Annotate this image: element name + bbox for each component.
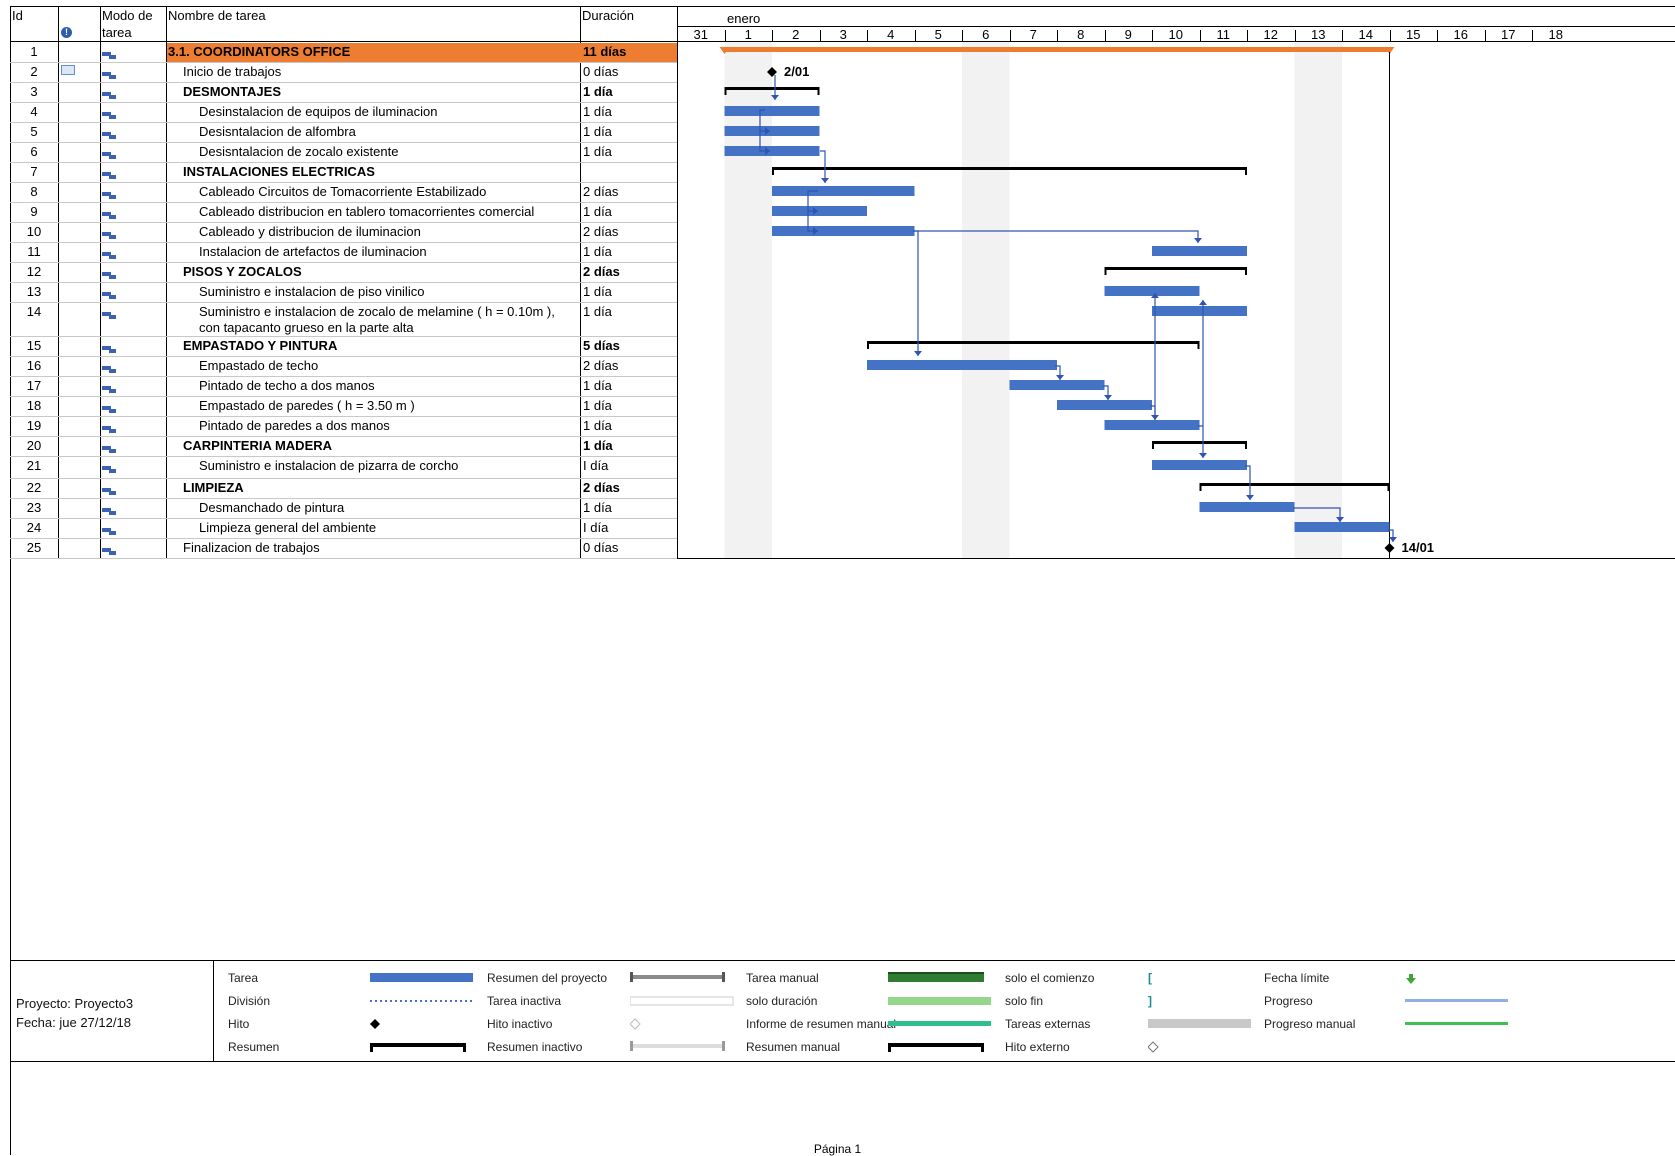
summary-bar-end <box>867 341 869 349</box>
legend-top <box>10 960 1675 961</box>
dependency-arrowhead <box>1194 238 1202 243</box>
legend-swatch <box>630 1041 735 1059</box>
svg-text:[: [ <box>1148 972 1152 985</box>
summary-bar <box>772 167 1247 170</box>
legend-swatch: [ <box>1148 971 1253 990</box>
legend-label: Tarea manual <box>746 971 819 985</box>
milestone-marker <box>1384 543 1395 553</box>
milestone-label: 2/01 <box>784 64 809 79</box>
summary-bar-end <box>1197 341 1200 349</box>
svg-text:]: ] <box>1148 995 1152 1008</box>
legend-swatch <box>370 1041 475 1059</box>
task-bar <box>772 206 867 216</box>
weekend-shade <box>962 42 1010 558</box>
dependency-link <box>913 230 919 356</box>
milestone-label: 14/01 <box>1402 540 1435 555</box>
task-bar <box>867 360 1057 370</box>
legend-swatch <box>888 1041 993 1059</box>
legend-label: solo fin <box>1005 994 1044 1008</box>
legend-swatch <box>370 995 475 1013</box>
legend-label: solo duración <box>746 994 818 1008</box>
legend-label: Tareas externas <box>1005 1017 1091 1031</box>
legend-label: Resumen <box>228 1040 280 1054</box>
legend-label: División <box>228 994 271 1008</box>
dependency-arrowhead <box>1246 495 1254 500</box>
legend-swatch <box>629 995 735 1013</box>
legend-label: Resumen del proyecto <box>487 971 608 985</box>
dependency-arrowhead <box>821 178 829 183</box>
legend-bottom <box>10 1061 1675 1062</box>
legend-label: solo el comienzo <box>1005 971 1095 985</box>
weekend-shade <box>1294 42 1342 558</box>
legend-divider <box>213 960 214 1062</box>
summary-bar <box>724 87 820 90</box>
task-bar <box>1152 306 1247 316</box>
summary-bar-end <box>1245 441 1247 449</box>
legend-label: Tarea <box>228 971 259 985</box>
legend-swatch <box>1405 1018 1510 1036</box>
task-bar <box>724 146 820 156</box>
dependency-link <box>913 230 1199 243</box>
legend-label: Fecha límite <box>1264 971 1330 985</box>
project-summary-bar <box>724 47 1390 52</box>
legend-swatch <box>1148 1018 1253 1036</box>
legend-swatch <box>888 995 993 1013</box>
summary-bar-end <box>817 87 820 95</box>
summary-bar-end <box>772 167 774 175</box>
legend-swatch: ] <box>1148 994 1253 1013</box>
legend-label: Tarea inactiva <box>487 994 562 1008</box>
legend-label: Hito externo <box>1005 1040 1070 1054</box>
task-bar <box>1294 522 1390 532</box>
legend-swatch <box>629 1018 735 1036</box>
dependency-arrowhead <box>1199 300 1207 305</box>
legend-label: Hito <box>228 1017 250 1031</box>
legend-swatch <box>888 972 993 990</box>
legend-label: Resumen inactivo <box>487 1040 583 1054</box>
weekend-shade <box>724 42 772 558</box>
summary-bar-end <box>1152 441 1154 449</box>
summary-bar-end <box>1245 167 1247 175</box>
date-label: Fecha: jue 27/12/18 <box>16 1015 131 1030</box>
dependency-arrowhead <box>1056 375 1064 380</box>
task-bar <box>1152 460 1247 470</box>
legend-swatch <box>1147 1041 1253 1059</box>
legend-label: Progreso manual <box>1264 1017 1356 1031</box>
summary-bar <box>1152 441 1247 444</box>
task-bar <box>1152 246 1247 256</box>
legend-swatch <box>1405 995 1510 1013</box>
dependency-arrowhead <box>1104 395 1112 400</box>
summary-bar-end <box>1199 483 1202 491</box>
dependency-arrowhead <box>771 95 779 100</box>
legend-label: Progreso <box>1264 994 1313 1008</box>
task-bar <box>1104 420 1200 430</box>
task-bar <box>1199 502 1295 512</box>
summary-bar-end <box>1245 267 1247 275</box>
dependency-arrowhead <box>914 351 922 356</box>
summary-bar <box>867 341 1200 344</box>
summary-bar <box>1199 483 1390 486</box>
legend-swatch <box>370 1018 475 1036</box>
task-bar <box>724 126 820 136</box>
legend-label: Resumen manual <box>746 1040 841 1054</box>
project-label: Proyecto: Proyecto3 <box>16 996 134 1011</box>
dependency-arrowhead <box>1199 453 1207 458</box>
legend-swatch <box>888 1018 993 1036</box>
dependency-arrowhead <box>1389 537 1397 542</box>
task-bar <box>1009 380 1105 390</box>
task-bar <box>1104 286 1200 296</box>
legend-label: Informe de resumen manual <box>746 1017 897 1031</box>
task-bar <box>1057 400 1152 410</box>
task-bar <box>772 226 915 236</box>
task-bar <box>724 106 820 116</box>
legend-swatch <box>1405 972 1510 990</box>
summary-bar-end <box>1387 483 1390 491</box>
task-bar <box>772 186 915 196</box>
legend-swatch <box>630 972 735 990</box>
summary-bar <box>1104 267 1247 270</box>
summary-bar-end <box>724 87 727 95</box>
legend-swatch <box>370 972 475 990</box>
legend-label: Hito inactivo <box>487 1017 553 1031</box>
summary-bar-end <box>1104 267 1107 275</box>
